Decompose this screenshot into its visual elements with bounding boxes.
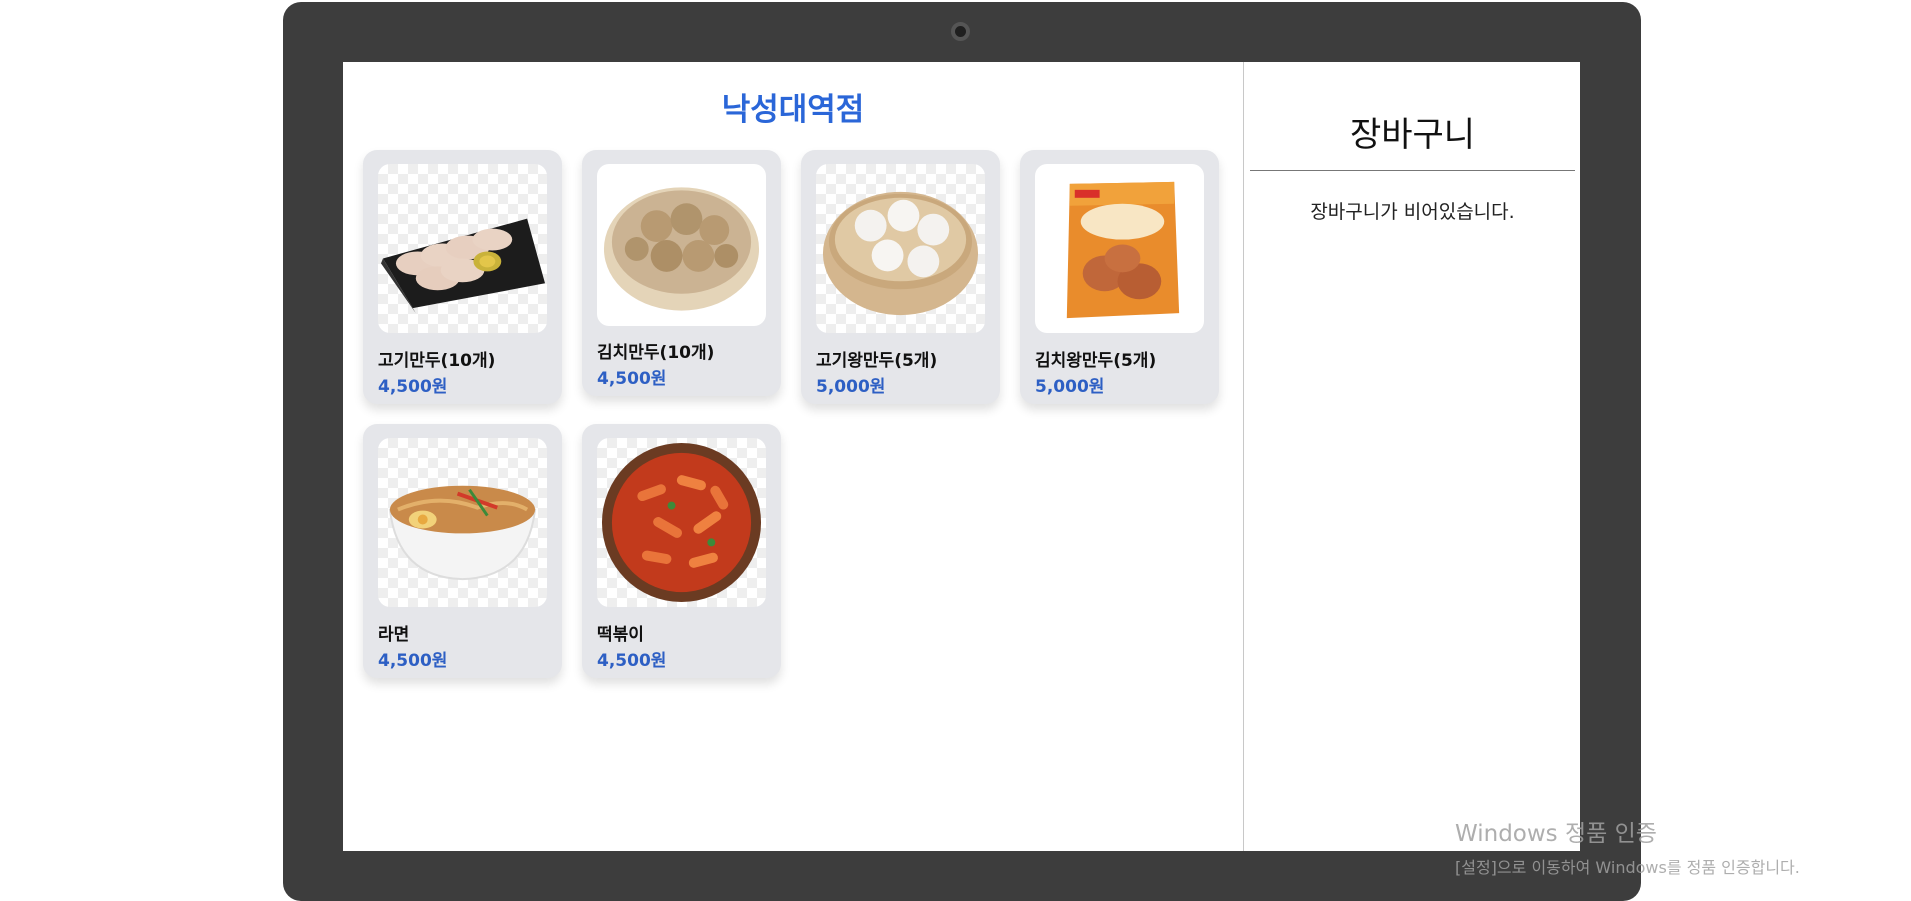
menu-item-name: 김치왕만두(5개) [1035,351,1157,371]
menu-item-name: 김치만두(10개) [597,343,715,363]
menu-item-name: 고기왕만두(5개) [816,351,938,371]
menu-panel: 낙성대역점 고기만두(10개) 4,500원 김치만두(10개) 4,500원 … [343,62,1244,851]
cart-title: 장바구니 [1349,115,1476,155]
menu-item-price: 5,000원 [816,377,886,397]
cart-empty-message: 장바구니가 비어있습니다. [1310,201,1515,223]
camera-icon [951,22,970,41]
menu-item-price: 5,000원 [1035,377,1105,397]
menu-item-name: 떡볶이 [597,625,644,645]
cart-divider [1250,170,1575,171]
menu-item-price: 4,500원 [378,377,448,397]
ramen-image [378,438,547,607]
menu-card-kimchi-king-dumplings[interactable]: 김치왕만두(5개) 5,000원 [1020,150,1219,404]
watermark-subtitle: [설정]으로 이동하여 Windows를 정품 인증합니다. [1455,858,1800,877]
menu-card-kimchi-dumplings[interactable]: 김치만두(10개) 4,500원 [582,150,781,396]
store-title: 낙성대역점 [721,92,865,128]
windows-activation-watermark: Windows 정품 인증 [설정]으로 이동하여 Windows를 정품 인증… [1455,814,1800,878]
meat-dumplings-image [378,164,547,333]
menu-card-meat-dumplings[interactable]: 고기만두(10개) 4,500원 [363,150,562,404]
menu-card-tteokbokki[interactable]: 떡볶이 4,500원 [582,424,781,678]
menu-card-ramen[interactable]: 라면 4,500원 [363,424,562,678]
menu-item-name: 고기만두(10개) [378,351,496,371]
watermark-title: Windows 정품 인증 [1455,821,1657,847]
menu-card-meat-king-dumplings[interactable]: 고기왕만두(5개) 5,000원 [801,150,1000,404]
kimchi-dumplings-image [597,164,766,326]
menu-item-name: 라면 [378,625,410,645]
tablet-frame: 낙성대역점 고기만두(10개) 4,500원 김치만두(10개) 4,500원 … [283,2,1641,901]
cart-panel: 장바구니 장바구니가 비어있습니다. [1244,62,1580,851]
menu-item-price: 4,500원 [597,369,667,389]
tteokbokki-image [597,438,766,607]
meat-king-dumplings-image [816,164,985,333]
kiosk-screen: 낙성대역점 고기만두(10개) 4,500원 김치만두(10개) 4,500원 … [343,62,1580,851]
menu-item-price: 4,500원 [597,651,667,671]
menu-item-price: 4,500원 [378,651,448,671]
kimchi-king-dumplings-image [1035,164,1204,333]
